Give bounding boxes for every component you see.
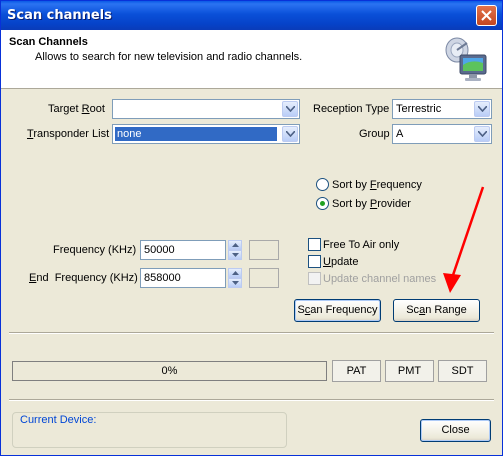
transponder-list-select[interactable]: none [112,124,300,144]
scan-range-button[interactable]: Scan Range [393,299,480,322]
spin-down-icon[interactable] [228,278,242,288]
reception-type-select[interactable]: Terrestric [392,99,492,119]
annotation-arrow-icon [443,186,485,293]
pmt-button[interactable]: PMT [385,360,434,382]
close-button[interactable]: Close [420,419,491,442]
update-channel-names-checkbox[interactable] [308,272,321,285]
group-select[interactable]: A [392,124,492,144]
scan-channels-window: Scan channels Scan Channels Allows to se… [0,0,503,456]
separator [9,332,494,334]
sort-by-provider-label[interactable]: Sort by Provider [332,198,411,210]
chevron-down-icon[interactable] [282,101,298,117]
frequency-spinner[interactable] [228,240,242,260]
pat-button[interactable]: PAT [332,360,381,382]
chevron-down-icon[interactable] [282,126,298,142]
frequency-indicator-box [249,240,279,260]
chevron-down-icon[interactable] [474,101,490,117]
frequency-input[interactable]: 50000 [140,240,226,260]
frequency-label: Frequency (KHz) [53,244,137,256]
sort-by-provider-radio[interactable] [316,197,329,210]
update-label[interactable]: Update [323,256,358,268]
progress-percent: 0% [161,365,178,377]
dialog-header: Scan Channels Allows to search for new t… [1,30,502,89]
spin-up-icon[interactable] [228,240,242,250]
end-frequency-input[interactable]: 858000 [140,268,226,288]
current-device-label: Current Device: [19,414,98,426]
target-root-select[interactable] [112,99,300,119]
target-root-label: Target Root [48,103,105,115]
free-to-air-label[interactable]: Free To Air only [323,239,399,251]
sdt-button[interactable]: SDT [438,360,487,382]
sort-by-frequency-label[interactable]: Sort by Frequency [332,179,422,191]
spin-down-icon[interactable] [228,250,242,260]
separator [9,399,494,401]
end-frequency-indicator-box [249,268,279,288]
end-frequency-label: End Frequency (KHz) [29,272,138,284]
satellite-monitor-icon [442,35,490,86]
header-subtitle: Allows to search for new television and … [35,51,303,63]
sort-by-frequency-radio[interactable] [316,178,329,191]
header-title: Scan Channels [9,36,88,48]
title-bar[interactable]: Scan channels [1,1,502,30]
chevron-down-icon[interactable] [474,126,490,142]
scan-progress-bar: 0% [12,361,327,381]
close-icon [481,10,492,21]
window-title: Scan channels [7,8,112,23]
update-channel-names-label: Update channel names [323,273,437,285]
transponder-list-label: Transponder List [27,128,110,140]
free-to-air-checkbox[interactable] [308,238,321,251]
scan-frequency-button[interactable]: Scan Frequency [294,299,381,322]
group-label: Group [359,128,390,140]
update-checkbox[interactable] [308,255,321,268]
spin-up-icon[interactable] [228,268,242,278]
reception-type-label: Reception Type [313,103,390,115]
window-close-button[interactable] [476,5,497,26]
end-frequency-spinner[interactable] [228,268,242,288]
